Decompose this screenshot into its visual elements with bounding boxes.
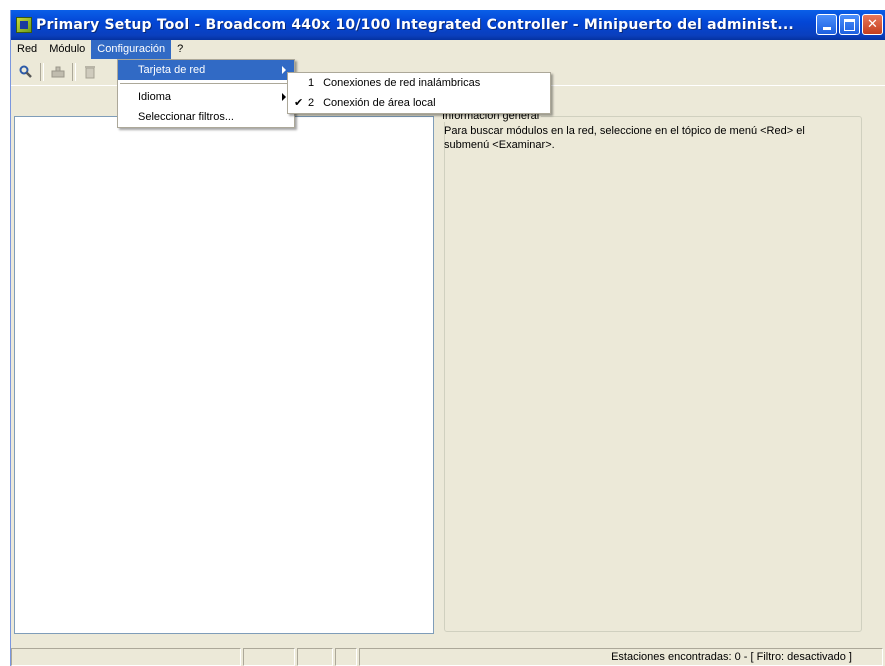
submenu-item-number: 1 [308, 77, 315, 89]
submenu-item-number: 2 [308, 97, 315, 109]
submenu-item-wireless[interactable]: 1 Conexiones de red inalámbricas [288, 73, 550, 93]
menu-item-tarjeta-de-red[interactable]: Tarjeta de red [118, 60, 294, 80]
module-list-pane[interactable] [14, 116, 434, 634]
module-button[interactable] [47, 61, 69, 83]
status-cell-3 [297, 648, 333, 666]
maximize-icon [844, 18, 855, 31]
toolbar-separator [40, 63, 44, 81]
submenu-item-lan[interactable]: ✔ 2 Conexión de área local [288, 93, 550, 113]
close-button[interactable]: ✕ [862, 14, 883, 35]
window-title: Primary Setup Tool - Broadcom 440x 10/10… [36, 17, 794, 33]
config-menu: Tarjeta de red Idioma Seleccionar filtro… [117, 59, 295, 128]
status-cell-4 [335, 648, 357, 666]
submenu-item-label: Conexiones de red inalámbricas [323, 77, 481, 89]
module-icon [51, 66, 65, 78]
submenu-arrow-icon [282, 93, 286, 101]
menu-red[interactable]: Red [11, 40, 43, 59]
main-window: Primary Setup Tool - Broadcom 440x 10/10… [10, 10, 885, 666]
title-bar[interactable]: Primary Setup Tool - Broadcom 440x 10/10… [11, 10, 885, 40]
menu-item-label: Tarjeta de red [138, 64, 206, 76]
status-stations: Estaciones encontradas: 0 - [ Filtro: de… [359, 648, 883, 666]
search-button[interactable] [15, 61, 37, 83]
network-card-submenu: 1 Conexiones de red inalámbricas ✔ 2 Con… [287, 72, 551, 114]
menu-modulo[interactable]: Módulo [43, 40, 91, 59]
submenu-item-label: Conexión de área local [323, 97, 436, 109]
window-controls: ✕ [816, 14, 883, 35]
menu-help[interactable]: ? [171, 40, 189, 59]
status-cell-2 [243, 648, 295, 666]
menu-item-label: Seleccionar filtros... [138, 111, 234, 123]
check-icon: ✔ [294, 97, 304, 109]
delete-icon [85, 66, 95, 79]
menu-bar: Red Módulo Configuración ? [11, 40, 885, 59]
submenu-arrow-icon [282, 66, 286, 74]
menu-item-seleccionar-filtros[interactable]: Seleccionar filtros... [118, 107, 294, 127]
status-cell-1 [11, 648, 241, 666]
minimize-icon [822, 27, 831, 30]
status-bar: Estaciones encontradas: 0 - [ Filtro: de… [11, 648, 885, 666]
menu-item-idioma[interactable]: Idioma [118, 87, 294, 107]
info-pane: Información general Para buscar módulos … [436, 98, 872, 632]
delete-button[interactable] [79, 61, 101, 83]
menu-item-label: Idioma [138, 91, 172, 103]
menu-separator [120, 83, 292, 84]
toolbar-separator [72, 63, 76, 81]
maximize-button[interactable] [839, 14, 860, 35]
minimize-button[interactable] [816, 14, 837, 35]
search-icon [19, 65, 32, 78]
app-icon[interactable] [16, 17, 32, 33]
close-icon: ✕ [867, 17, 878, 32]
info-text: Para buscar módulos en la red, seleccion… [444, 125, 805, 151]
menu-configuracion[interactable]: Configuración [91, 40, 172, 59]
info-group-box [444, 116, 862, 632]
